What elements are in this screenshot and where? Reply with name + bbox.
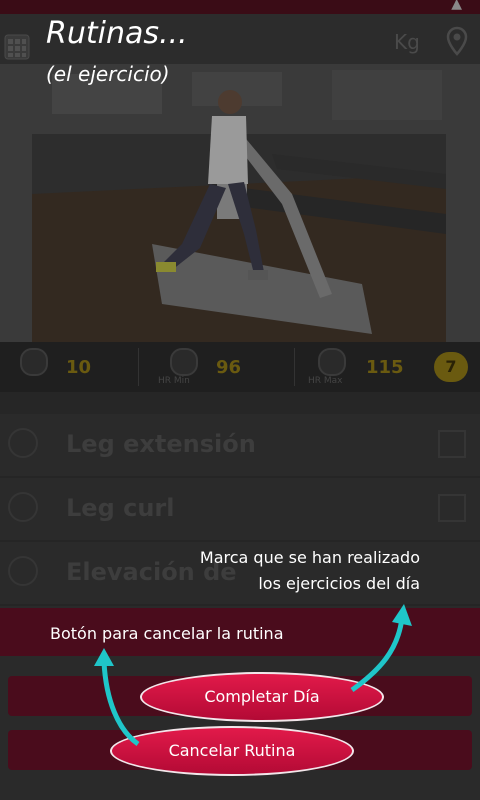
exercise-label: Leg extensión [66,430,256,458]
exercise-checkbox[interactable] [438,494,466,522]
unit-label: Kg [394,30,420,54]
complete-day-button[interactable]: Completar Día [140,672,384,722]
photo-frame-right [446,64,480,342]
grid-icon[interactable] [4,34,30,60]
badge-icon[interactable]: 7 [434,352,468,382]
stat-divider [138,348,139,386]
list-item[interactable]: Leg extensión [0,414,480,478]
hr-min-label: HR Min [158,376,190,386]
stat-divider [294,348,295,386]
stats-bar: 10 96 HR Min 115 HR Max [0,342,480,392]
chevron-down-icon[interactable] [8,556,38,586]
exercise-checkbox[interactable] [438,430,466,458]
hr-min-value: 96 [216,357,242,378]
page-title: Rutinas... [46,16,188,51]
heart-rate-icon [170,348,198,376]
clock-icon [20,348,48,376]
chevron-up-icon: ▲ [451,0,462,12]
pin-icon[interactable] [446,26,468,56]
time-value: 10 [66,357,92,378]
exercise-label: Leg curl [66,494,175,522]
exercise-photo [32,64,446,342]
page-subtitle: (el ejercicio) [46,62,170,86]
status-bar: ▲ [0,0,480,14]
chevron-down-icon[interactable] [8,492,38,522]
chevron-down-icon[interactable] [8,428,38,458]
heart-rate-icon [318,348,346,376]
photo-frame-left [0,64,32,342]
annotation-complete: Marca que se han realizado [199,548,420,567]
cancel-routine-button[interactable]: Cancelar Rutina [110,726,354,776]
annotation-complete-line2: los ejercicios del día [258,574,420,593]
hr-max-label: HR Max [308,376,343,386]
list-spacer [0,392,480,414]
list-item[interactable]: Leg curl [0,478,480,542]
annotation-cancel: Botón para cancelar la rutina [50,624,284,643]
hr-max-value: 115 [366,357,404,378]
